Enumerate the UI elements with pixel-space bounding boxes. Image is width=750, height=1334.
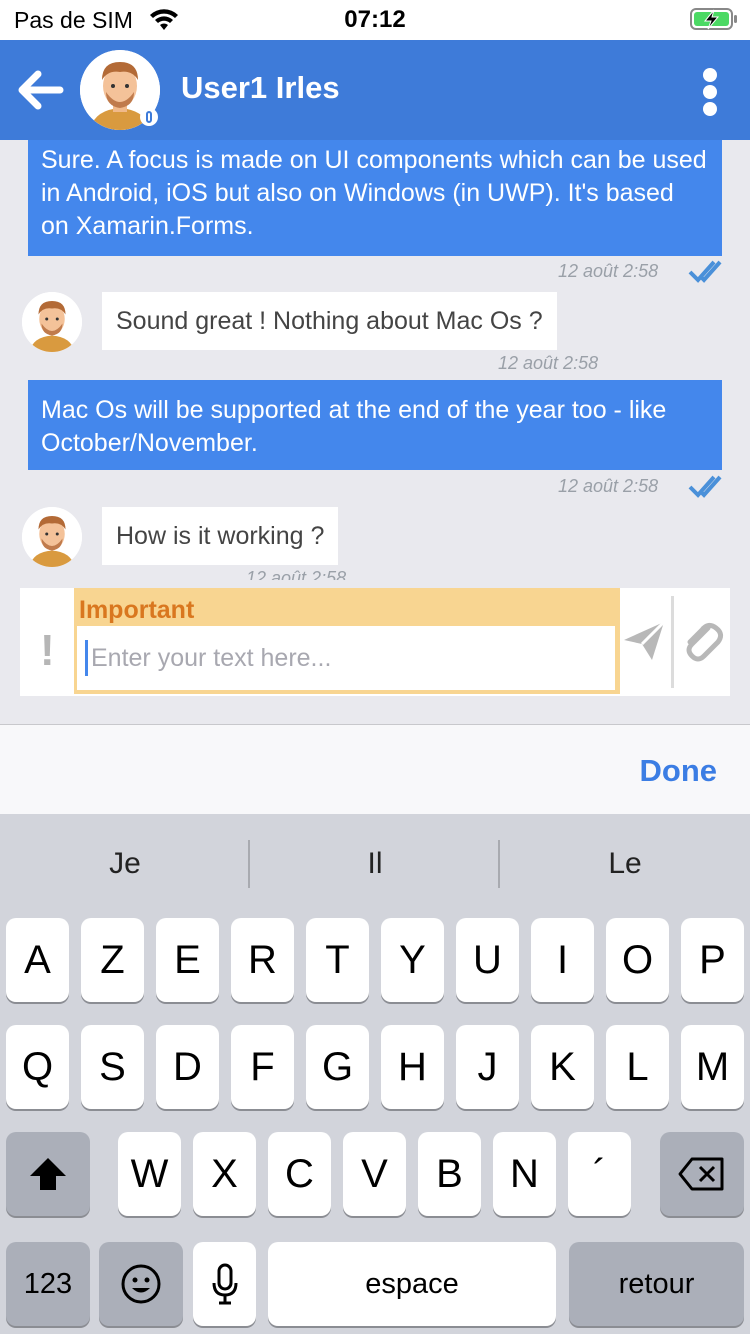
shift-arrow-icon bbox=[30, 1158, 66, 1190]
key-f[interactable]: F bbox=[231, 1025, 294, 1109]
suggestion-1[interactable]: Je bbox=[0, 814, 250, 914]
message-text: How is it working ? bbox=[116, 522, 325, 550]
key-p[interactable]: P bbox=[681, 918, 744, 1002]
key-i[interactable]: I bbox=[531, 918, 594, 1002]
message-timestamp: 12 août 2:58 bbox=[498, 353, 599, 373]
status-bar: Pas de SIM 07:12 bbox=[0, 0, 750, 40]
key-z[interactable]: Z bbox=[81, 918, 144, 1002]
space-key[interactable]: espace bbox=[268, 1242, 556, 1326]
key-j[interactable]: J bbox=[456, 1025, 519, 1109]
key-y[interactable]: Y bbox=[381, 918, 444, 1002]
key-k[interactable]: K bbox=[531, 1025, 594, 1109]
suggestion-3[interactable]: Le bbox=[500, 814, 750, 914]
key-e[interactable]: E bbox=[156, 918, 219, 1002]
presence-indicator bbox=[140, 108, 158, 126]
key-a[interactable]: A bbox=[6, 918, 69, 1002]
attachment-paperclip-icon[interactable] bbox=[680, 618, 724, 662]
key-s[interactable]: S bbox=[81, 1025, 144, 1109]
sender-avatar[interactable] bbox=[22, 507, 82, 567]
outgoing-message-bubble[interactable]: Sure. A focus is made on UI components w… bbox=[28, 140, 722, 256]
key-t[interactable]: T bbox=[306, 918, 369, 1002]
key-m[interactable]: M bbox=[681, 1025, 744, 1109]
text-cursor bbox=[85, 640, 88, 676]
divider bbox=[671, 596, 674, 688]
message-text: Sound great ! Nothing about Mac Os ? bbox=[116, 307, 543, 335]
numbers-key[interactable]: 123 bbox=[6, 1242, 90, 1326]
keyboard: Je Il Le 123 espace retour AZERTYUIOP QSD… bbox=[0, 814, 750, 1334]
clock: 07:12 bbox=[344, 6, 406, 33]
back-arrow-icon[interactable] bbox=[16, 68, 64, 112]
user-face-icon bbox=[22, 507, 82, 567]
incoming-message-bubble[interactable]: Sound great ! Nothing about Mac Os ? bbox=[102, 292, 557, 350]
read-receipt-icon bbox=[688, 260, 722, 283]
microphone-icon bbox=[212, 1263, 237, 1305]
incoming-message-bubble[interactable]: How is it working ? bbox=[102, 507, 339, 565]
emoji-key[interactable] bbox=[99, 1242, 183, 1326]
key-h[interactable]: H bbox=[381, 1025, 444, 1109]
message-list[interactable]: Sure. A focus is made on UI components w… bbox=[0, 140, 750, 580]
dictation-key[interactable] bbox=[193, 1242, 256, 1326]
contact-name[interactable]: User1 Irles bbox=[181, 70, 340, 106]
priority-label: Important bbox=[79, 596, 195, 624]
key-d[interactable]: D bbox=[156, 1025, 219, 1109]
key-v[interactable]: V bbox=[343, 1132, 406, 1216]
emoji-icon bbox=[121, 1264, 161, 1304]
key-q[interactable]: Q bbox=[6, 1025, 69, 1109]
key-x[interactable]: X bbox=[193, 1132, 256, 1216]
chat-header: User1 Irles bbox=[0, 40, 750, 140]
keyboard-accessory-bar: Done bbox=[0, 724, 750, 815]
shift-key[interactable] bbox=[6, 1132, 90, 1216]
backspace-key[interactable] bbox=[660, 1132, 744, 1216]
done-button[interactable]: Done bbox=[640, 753, 718, 789]
key-u[interactable]: U bbox=[456, 918, 519, 1002]
priority-toggle-icon[interactable]: ! bbox=[40, 626, 55, 676]
important-message-box: Important bbox=[74, 588, 620, 694]
message-timestamp: 12 août 2:58 bbox=[558, 476, 659, 496]
message-text: Mac Os will be supported at the end of t… bbox=[41, 396, 667, 457]
key-b[interactable]: B bbox=[418, 1132, 481, 1216]
key-w[interactable]: W bbox=[118, 1132, 181, 1216]
key-g[interactable]: G bbox=[306, 1025, 369, 1109]
suggestion-2[interactable]: Il bbox=[250, 814, 500, 914]
return-key[interactable]: retour bbox=[569, 1242, 744, 1326]
message-timestamp: 12 août 2:58 bbox=[246, 568, 347, 580]
key-l[interactable]: L bbox=[606, 1025, 669, 1109]
outgoing-message-bubble[interactable]: Mac Os will be supported at the end of t… bbox=[28, 380, 722, 470]
more-options-icon[interactable] bbox=[700, 68, 720, 118]
message-input[interactable] bbox=[77, 626, 615, 690]
battery-charging-icon bbox=[690, 8, 737, 30]
key-n[interactable]: N bbox=[493, 1132, 556, 1216]
sender-avatar[interactable] bbox=[22, 292, 82, 352]
user-face-icon bbox=[22, 292, 82, 352]
compose-bar: ! Important bbox=[20, 588, 730, 696]
key-accent[interactable]: ´ bbox=[568, 1132, 631, 1216]
key-r[interactable]: R bbox=[231, 918, 294, 1002]
send-icon[interactable] bbox=[622, 618, 666, 662]
key-o[interactable]: O bbox=[606, 918, 669, 1002]
message-text: Sure. A focus is made on UI components w… bbox=[41, 146, 707, 240]
message-timestamp: 12 août 2:58 bbox=[558, 261, 659, 281]
backspace-icon bbox=[678, 1157, 724, 1191]
key-c[interactable]: C bbox=[268, 1132, 331, 1216]
read-receipt-icon bbox=[688, 475, 722, 498]
